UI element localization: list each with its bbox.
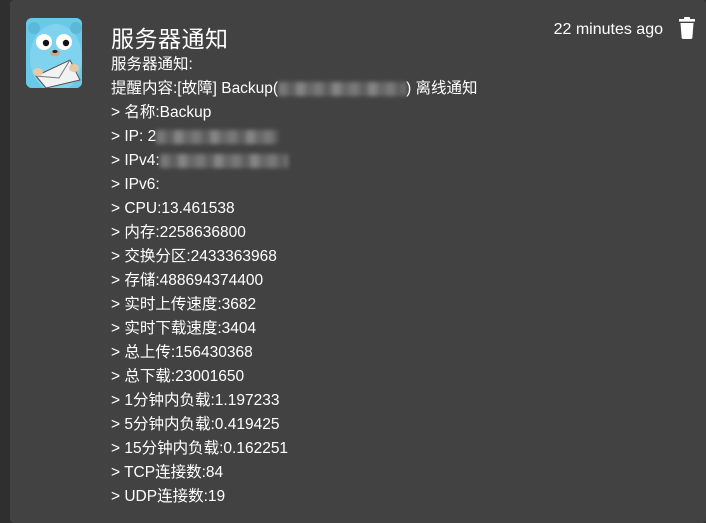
reminder-line: 提醒内容:[故障] Backup( ) 离线通知 [111, 77, 691, 101]
download-speed-line: > 实时下载速度:3404 [111, 320, 257, 337]
udp-line: > UDP连接数:19 [111, 488, 226, 505]
notification-body: 服务器通知: 提醒内容:[故障] Backup( ) 离线通知 > 名称:Back… [111, 53, 691, 509]
gopher-mail-icon [26, 18, 82, 88]
ipv6-line: > IPv6: [111, 176, 160, 193]
redacted-ipv4 [159, 153, 288, 168]
ipv4-line: > IPv4: [111, 149, 691, 173]
notification-title: 服务器通知 [111, 26, 229, 52]
body-heading: 服务器通知: [111, 56, 193, 73]
swap-line: > 交换分区:2433363968 [111, 248, 277, 265]
load15-line: > 15分钟内负载:0.162251 [111, 440, 289, 457]
name-line: > 名称:Backup [111, 104, 212, 121]
tcp-line: > TCP连接数:84 [111, 464, 224, 481]
ip-label: > IP: 2 [111, 128, 157, 145]
reminder-suffix: ) 离线通知 [406, 80, 478, 97]
trash-icon[interactable] [678, 17, 696, 39]
load5-line: > 5分钟内负载:0.419425 [111, 416, 280, 433]
ipv4-label: > IPv4: [111, 152, 160, 169]
redacted-hostname [278, 81, 407, 96]
load1-line: > 1分钟内负载:1.197233 [111, 392, 280, 409]
notification-timestamp: 22 minutes ago [553, 21, 663, 38]
storage-line: > 存储:488694374400 [111, 272, 264, 289]
total-upload-line: > 总上传:156430368 [111, 344, 253, 361]
notification-card: 服务器通知 22 minutes ago 服务器通知: 提醒内容:[故障] Ba… [10, 0, 706, 523]
redacted-ip [156, 129, 279, 144]
cpu-line: > CPU:13.461538 [111, 200, 235, 217]
memory-line: > 内存:2258636800 [111, 224, 246, 241]
upload-speed-line: > 实时上传速度:3682 [111, 296, 257, 313]
ip-line: > IP: 2 [111, 125, 691, 149]
reminder-prefix: 提醒内容:[故障] Backup( [111, 80, 279, 97]
total-download-line: > 总下载:23001650 [111, 368, 245, 385]
